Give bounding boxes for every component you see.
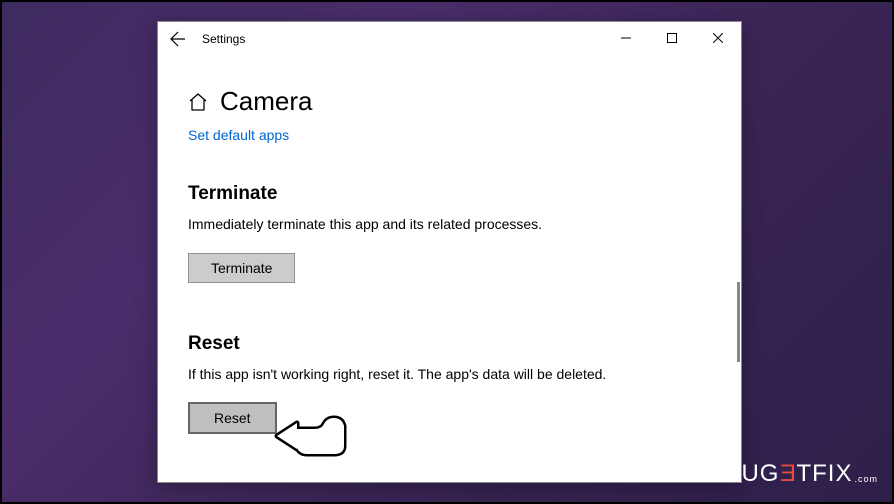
minimize-icon [621, 33, 631, 43]
watermark-suffix: TFIX [796, 460, 852, 488]
arrow-left-icon [170, 31, 186, 47]
titlebar: Settings [158, 22, 741, 56]
terminate-section: Terminate Immediately terminate this app… [188, 183, 711, 283]
back-button[interactable] [158, 22, 198, 56]
terminate-button[interactable]: Terminate [188, 253, 295, 283]
default-apps-link[interactable]: Set default apps [188, 127, 711, 143]
close-icon [713, 33, 723, 43]
pointing-hand-icon [272, 406, 357, 466]
watermark-prefix: UG [741, 460, 779, 488]
home-icon [188, 92, 208, 112]
window-controls [603, 22, 741, 54]
close-button[interactable] [695, 22, 741, 54]
maximize-icon [667, 33, 677, 43]
reset-section: Reset If this app isn't working right, r… [188, 333, 711, 435]
minimize-button[interactable] [603, 22, 649, 54]
page-title: Camera [220, 86, 312, 117]
watermark-e: E [779, 460, 796, 488]
terminate-heading: Terminate [188, 183, 711, 205]
reset-description: If this app isn't working right, reset i… [188, 365, 608, 385]
settings-window: Settings [157, 21, 742, 483]
watermark-tld: .com [854, 474, 878, 484]
reset-heading: Reset [188, 333, 711, 355]
content-area: Camera Set default apps Terminate Immedi… [158, 56, 741, 482]
reset-button[interactable]: Reset [188, 402, 277, 434]
watermark: UGETFIX .com [741, 460, 878, 488]
terminate-description: Immediately terminate this app and its r… [188, 215, 608, 235]
scrollbar-thumb[interactable] [737, 282, 740, 362]
window-title: Settings [202, 32, 245, 46]
maximize-button[interactable] [649, 22, 695, 54]
page-header: Camera [188, 86, 711, 117]
